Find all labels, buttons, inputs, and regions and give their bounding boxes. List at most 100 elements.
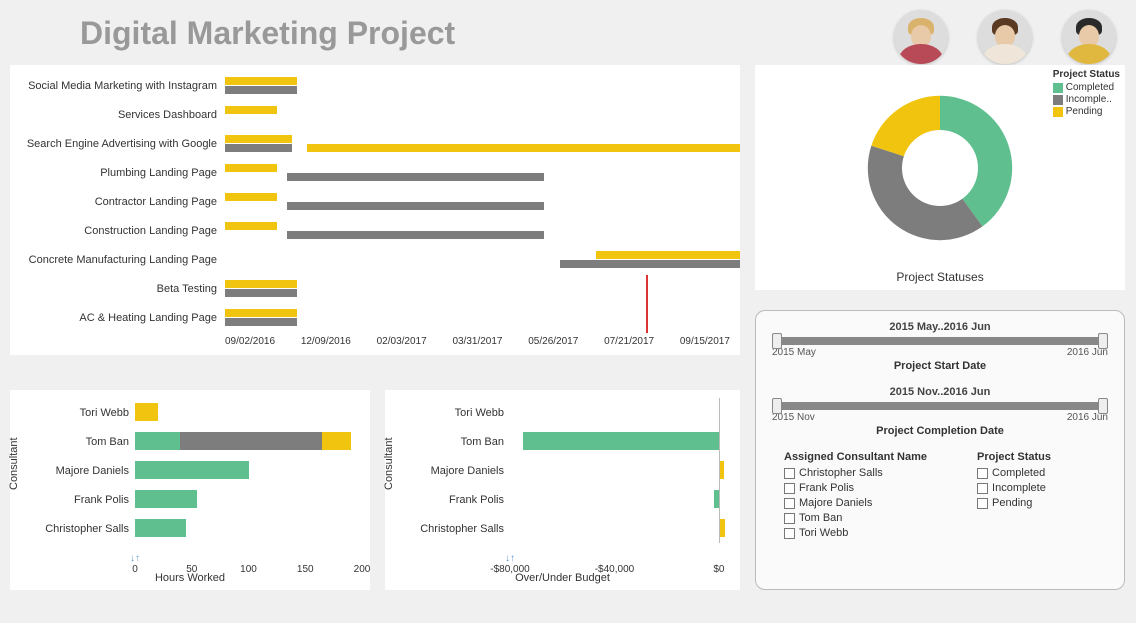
bar-segment[interactable] (135, 461, 249, 479)
gantt-row: Construction Landing Page (10, 216, 740, 245)
checkbox-icon[interactable] (977, 483, 988, 494)
checkbox-label: Completed (992, 467, 1045, 479)
status-checkbox-row[interactable]: Incomplete (977, 482, 1051, 494)
gantt-bar[interactable] (560, 260, 740, 268)
chart-row-label: Frank Polis (385, 494, 510, 506)
checkbox-icon[interactable] (784, 528, 795, 539)
consultant-checkbox-row[interactable]: Tom Ban (784, 512, 927, 524)
page-title: Digital Marketing Project (80, 15, 455, 52)
gantt-row: AC & Heating Landing Page (10, 303, 740, 332)
gantt-row: Search Engine Advertising with Google (10, 129, 740, 158)
gantt-bar[interactable] (225, 77, 297, 85)
gantt-bar[interactable] (225, 106, 277, 114)
chart-row-label: Majore Daniels (385, 465, 510, 477)
bar-segment[interactable] (135, 490, 197, 508)
donut-slice[interactable] (871, 96, 940, 156)
gantt-bar[interactable] (225, 309, 297, 317)
legend-swatch (1053, 107, 1063, 117)
bar-segment[interactable] (135, 403, 158, 421)
gantt-bar[interactable] (560, 144, 740, 152)
gantt-row-label: Construction Landing Page (10, 225, 225, 237)
gantt-bar[interactable] (596, 251, 740, 259)
avatar[interactable] (978, 10, 1032, 64)
donut-icon (845, 73, 1035, 263)
legend-label: Incomple.. (1066, 94, 1112, 105)
slider-track[interactable] (774, 337, 1106, 345)
gantt-bar[interactable] (287, 231, 545, 239)
sort-icon[interactable]: ↓↑ (130, 553, 140, 564)
checkbox-label: Pending (992, 497, 1032, 509)
project-start-date-slider[interactable]: 2015 May..2016 Jun 2015 May 2016 Jun Pro… (768, 321, 1112, 372)
consultant-checkbox-row[interactable]: Tori Webb (784, 527, 927, 539)
avatar[interactable] (1062, 10, 1116, 64)
checkbox-icon[interactable] (784, 468, 795, 479)
hours-xlabel: Hours Worked (10, 572, 370, 584)
gantt-bar[interactable] (225, 193, 277, 201)
checkbox-icon[interactable] (784, 498, 795, 509)
legend-item[interactable]: Pending (1053, 106, 1120, 117)
gantt-bar[interactable] (287, 202, 545, 210)
gantt-bar[interactable] (225, 135, 292, 143)
checkbox-label: Majore Daniels (799, 497, 872, 509)
project-completion-date-slider[interactable]: 2015 Nov..2016 Jun 2015 Nov 2016 Jun Pro… (768, 386, 1112, 437)
slider-thumb-left[interactable] (772, 398, 782, 414)
checkbox-icon[interactable] (784, 483, 795, 494)
sort-icon[interactable]: ↓↑ (505, 553, 515, 564)
bar-segment[interactable] (135, 519, 186, 537)
chart-row: Tori Webb (385, 398, 740, 427)
slider-thumb-left[interactable] (772, 333, 782, 349)
gantt-row-label: Social Media Marketing with Instagram (10, 80, 225, 92)
gantt-row-label: Plumbing Landing Page (10, 167, 225, 179)
checkbox-icon[interactable] (977, 468, 988, 479)
project-status-donut: Project Status CompletedIncomple..Pendin… (755, 65, 1125, 290)
checkbox-label: Tori Webb (799, 527, 848, 539)
bar-segment[interactable] (135, 432, 180, 450)
slider-thumb-right[interactable] (1098, 398, 1108, 414)
gantt-row-label: Concrete Manufacturing Landing Page (10, 254, 225, 266)
axis-tick: 03/31/2017 (452, 336, 502, 347)
axis-tick: 05/26/2017 (528, 336, 578, 347)
axis-tick: 12/09/2016 (301, 336, 351, 347)
gantt-bar[interactable] (225, 164, 277, 172)
gantt-bar[interactable] (225, 318, 297, 326)
axis-tick: 02/03/2017 (377, 336, 427, 347)
consultant-checkbox-row[interactable]: Christopher Salls (784, 467, 927, 479)
slider-track[interactable] (774, 402, 1106, 410)
gantt-bar[interactable] (307, 144, 559, 152)
status-checkbox-row[interactable]: Pending (977, 497, 1051, 509)
bar-segment[interactable] (523, 432, 719, 450)
chart-row-label: Majore Daniels (10, 465, 135, 477)
chart-row-label: Tori Webb (10, 407, 135, 419)
gantt-bar[interactable] (225, 280, 297, 288)
consultant-checkbox-row[interactable]: Majore Daniels (784, 497, 927, 509)
gantt-row: Services Dashboard (10, 100, 740, 129)
slider-name: Project Start Date (768, 360, 1112, 372)
checkbox-icon[interactable] (784, 513, 795, 524)
gantt-bar[interactable] (225, 289, 297, 297)
consultant-filter-title: Assigned Consultant Name (784, 451, 927, 463)
bar-segment[interactable] (180, 432, 322, 450)
slider-thumb-right[interactable] (1098, 333, 1108, 349)
legend-item[interactable]: Incomple.. (1053, 94, 1120, 105)
chart-row: Christopher Salls (385, 514, 740, 543)
gantt-bar[interactable] (225, 222, 277, 230)
chart-row: Majore Daniels (385, 456, 740, 485)
chart-row: Tori Webb (10, 398, 370, 427)
legend-label: Completed (1066, 82, 1114, 93)
gantt-bar[interactable] (287, 173, 545, 181)
gantt-bar[interactable] (225, 144, 292, 152)
gantt-x-axis: 09/02/2016 12/09/2016 02/03/2017 03/31/2017… (225, 336, 730, 347)
checkbox-icon[interactable] (977, 498, 988, 509)
bar-segment[interactable] (322, 432, 350, 450)
consultant-checkbox-row[interactable]: Frank Polis (784, 482, 927, 494)
axis-tick: 09/02/2016 (225, 336, 275, 347)
avatar[interactable] (894, 10, 948, 64)
gantt-bar[interactable] (225, 86, 297, 94)
gantt-row-label: AC & Heating Landing Page (10, 312, 225, 324)
status-checkbox-row[interactable]: Completed (977, 467, 1051, 479)
gantt-row-label: Beta Testing (10, 283, 225, 295)
legend-item[interactable]: Completed (1053, 82, 1120, 93)
donut-slice[interactable] (868, 146, 983, 241)
gantt-chart: Social Media Marketing with Instagram Ser… (10, 65, 740, 355)
slider-name: Project Completion Date (768, 425, 1112, 437)
